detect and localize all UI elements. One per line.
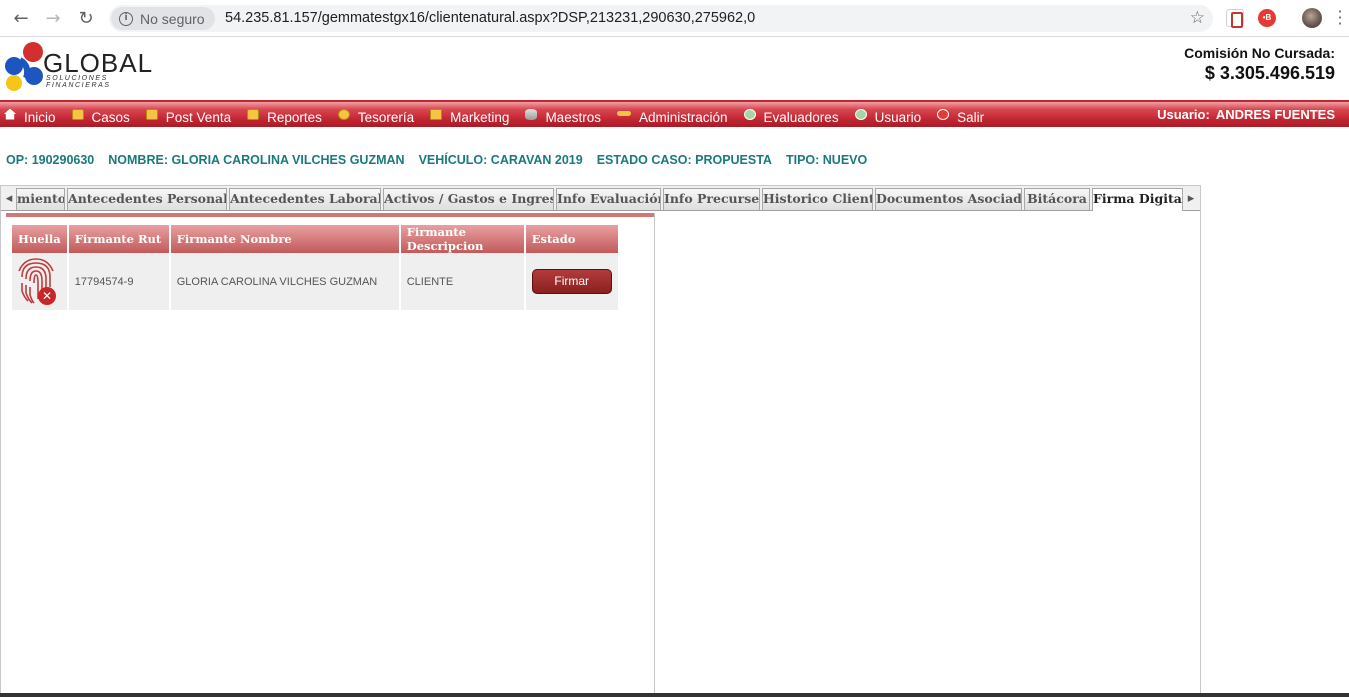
menu-item-post-venta[interactable]: Post Venta [142, 102, 236, 127]
tab-antecedentes-laborales[interactable]: Antecedentes Laborales [229, 188, 381, 210]
url-text[interactable]: 54.235.81.157/gemmatestgx16/clientenatur… [225, 10, 755, 26]
tab-seguimiento[interactable]: miento [16, 188, 65, 210]
database-icon [525, 108, 538, 120]
folder-icon [71, 108, 84, 120]
folder-icon [145, 108, 158, 120]
column-header-estado: Estado [525, 225, 618, 253]
tab-scroll-left-icon[interactable]: ◂ [2, 189, 16, 209]
profile-avatar[interactable] [1302, 8, 1322, 28]
menu-item-label: Usuario [874, 109, 922, 125]
main-menu: Inicio Casos Post Venta Reportes Tesorer… [0, 102, 996, 127]
case-op: OP: 190290630 [6, 153, 95, 167]
menu-item-label: Inicio [24, 109, 56, 125]
key-icon [616, 110, 631, 116]
firma-digital-panel: Huella Firmante Rut Firmante Nombre Firm… [4, 213, 655, 697]
commission-label: Comisión No Cursada: [1184, 45, 1335, 61]
estado-cell: Firmar [525, 253, 618, 310]
table-row: ✕ 17794574-9 GLORIA CAROLINA VILCHES GUZ… [12, 253, 618, 310]
tab-info-evaluacion[interactable]: Info Evaluación [556, 188, 661, 210]
commission-value: $ 3.305.496.519 [1204, 63, 1335, 83]
user-label: Usuario: [1157, 107, 1210, 122]
menu-item-administracion[interactable]: Administración [613, 102, 733, 127]
current-user: Usuario: ANDRES FUENTES [1151, 107, 1335, 122]
column-header-nombre: Firmante Nombre [170, 225, 399, 253]
info-icon: i [119, 11, 133, 26]
firmante-nombre-cell: GLORIA CAROLINA VILCHES GUZMAN [170, 253, 399, 310]
menu-item-casos[interactable]: Casos [68, 102, 135, 127]
logo-tagline: SOLUCIONES FINANCIERAS [46, 75, 111, 89]
security-label: No seguro [140, 10, 205, 27]
menu-item-maestros[interactable]: Maestros [521, 102, 606, 127]
error-badge-icon: ✕ [38, 286, 56, 305]
case-vehicle: VEHÍCULO: CARAVAN 2019 [418, 153, 583, 167]
signers-table: Huella Firmante Rut Firmante Nombre Firm… [10, 225, 620, 310]
reload-icon[interactable]: ↻ [75, 8, 97, 30]
case-status: ESTADO CASO: PROPUESTA [596, 153, 772, 167]
menu-item-tesoreria[interactable]: Tesorería [334, 102, 419, 127]
menu-item-label: Post Venta [165, 109, 232, 125]
menu-item-inicio[interactable]: Inicio [0, 102, 61, 127]
menu-item-label: Marketing [450, 109, 510, 125]
case-summary: OP: 190290630 NOMBRE: GLORIA CAROLINA VI… [6, 153, 867, 167]
menu-item-marketing[interactable]: Marketing [426, 102, 514, 127]
tab-container: ◂ miento Antecedentes Personales Anteced… [0, 185, 1201, 697]
tab-historico-cliente[interactable]: Historico Cliente [762, 188, 873, 210]
users-icon [743, 108, 756, 120]
firmar-button[interactable]: Firmar [531, 269, 612, 294]
fingerprint-error-icon: ✕ [16, 257, 56, 309]
firmante-descripcion-cell: CLIENTE [400, 253, 524, 310]
monitor-icon [430, 108, 443, 120]
tab-activos-gastos-ingresos[interactable]: Activos / Gastos e Ingresos [383, 188, 554, 210]
tab-antecedentes-personales[interactable]: Antecedentes Personales [67, 188, 227, 210]
firmante-rut-cell: 17794574-9 [68, 253, 169, 310]
kebab-menu-icon[interactable]: · · · [1337, 4, 1343, 32]
address-bar[interactable]: i No seguro 54.235.81.157/gemmatestgx16/… [109, 5, 1213, 32]
home-icon [4, 108, 16, 120]
menu-item-label: Salir [957, 109, 985, 125]
app-header: GLOBAL SOLUCIONES FINANCIERAS Comisión N… [0, 37, 1349, 100]
menu-item-usuario[interactable]: Usuario [851, 102, 927, 127]
back-arrow-icon[interactable]: ← [10, 8, 32, 30]
column-header-huella: Huella [12, 225, 67, 253]
main-menu-bar: Inicio Casos Post Venta Reportes Tesorer… [0, 100, 1349, 127]
column-header-descripcion: Firmante Descripcion [400, 225, 524, 253]
menu-item-label: Tesorería [357, 109, 415, 125]
tab-strip: ◂ miento Antecedentes Personales Anteced… [1, 186, 1200, 211]
table-header-row: Huella Firmante Rut Firmante Nombre Firm… [12, 225, 618, 253]
panel-divider [6, 213, 654, 217]
tab-documentos-asociados[interactable]: Documentos Asociados [875, 188, 1022, 210]
tab-scroll-right-icon[interactable]: ▸ [1184, 189, 1198, 209]
global-logo[interactable]: GLOBAL SOLUCIONES FINANCIERAS [0, 38, 175, 98]
menu-item-salir[interactable]: Salir [933, 102, 989, 127]
exit-icon [937, 108, 950, 120]
coin-icon [337, 108, 350, 120]
users-icon [854, 108, 867, 120]
forward-arrow-icon[interactable]: → [42, 8, 64, 30]
taskbar-edge [0, 693, 1349, 697]
menu-item-label: Reportes [267, 109, 322, 125]
browser-toolbar: ← → ↻ i No seguro 54.235.81.157/gemmates… [0, 0, 1349, 37]
case-client-name: NOMBRE: GLORIA CAROLINA VILCHES GUZMAN [108, 153, 405, 167]
menu-item-label: Evaluadores [763, 109, 839, 125]
tab-bitacora[interactable]: Bitácora [1024, 188, 1090, 210]
folder-icon [247, 108, 260, 120]
security-chip[interactable]: i No seguro [111, 7, 215, 30]
menu-item-label: Casos [91, 109, 130, 125]
commission-summary: Comisión No Cursada: $ 3.305.496.519 [1184, 45, 1335, 84]
column-header-rut: Firmante Rut [68, 225, 169, 253]
menu-item-label: Administración [638, 109, 728, 125]
logo-mark-icon [5, 42, 43, 91]
case-type: TIPO: NUEVO [785, 153, 868, 167]
pdf-extension-icon[interactable] [1226, 9, 1244, 28]
tab-info-precurse[interactable]: Info Precurse [663, 188, 760, 210]
fingerprint-cell: ✕ [12, 253, 67, 310]
tab-firma-digital[interactable]: Firma Digital [1092, 188, 1183, 211]
extension-icon[interactable]: •B [1258, 9, 1276, 27]
user-name: ANDRES FUENTES [1215, 107, 1335, 122]
menu-item-evaluadores[interactable]: Evaluadores [740, 102, 844, 127]
bookmark-star-icon[interactable]: ☆ [1190, 8, 1205, 28]
menu-item-label: Maestros [545, 109, 601, 125]
menu-item-reportes[interactable]: Reportes [243, 102, 327, 127]
